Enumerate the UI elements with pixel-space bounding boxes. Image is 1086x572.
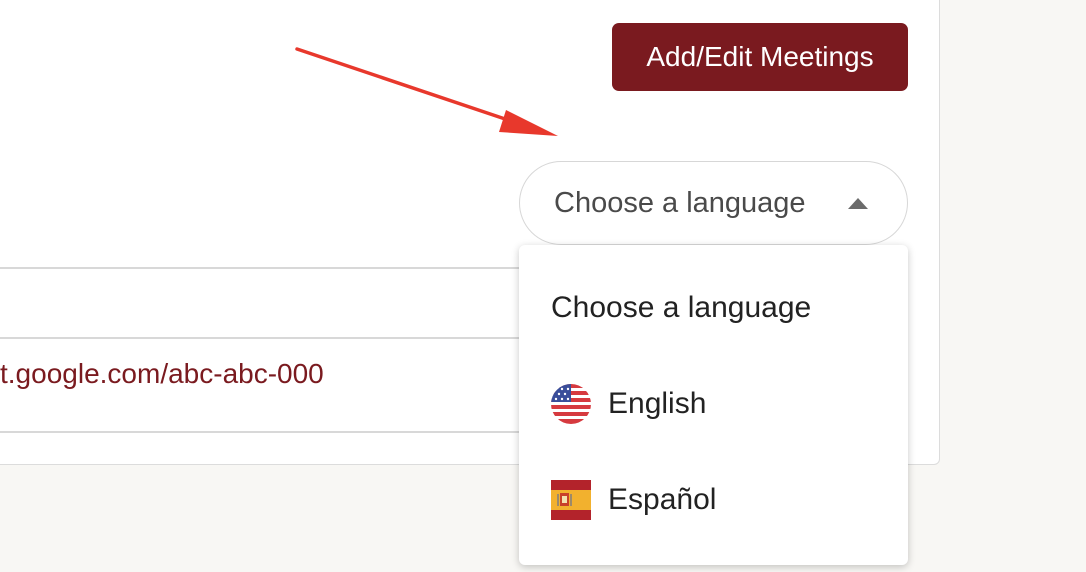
language-option-placeholder[interactable]: Choose a language: [551, 283, 811, 333]
us-flag-icon: [551, 384, 591, 424]
row-divider: [0, 431, 519, 433]
option-label: Español: [608, 483, 717, 516]
option-label: Choose a language: [551, 291, 812, 324]
language-dropdown-menu: Choose a language English Español: [519, 245, 908, 565]
spain-flag-icon: [551, 480, 591, 520]
option-label: English: [608, 387, 707, 420]
language-select[interactable]: Choose a language: [519, 161, 908, 245]
row-divider: [0, 267, 519, 269]
row-divider: [0, 337, 519, 339]
add-edit-meetings-button[interactable]: Add/Edit Meetings: [612, 23, 908, 91]
language-option-english[interactable]: English: [551, 379, 706, 429]
language-option-espanol[interactable]: Español: [551, 475, 716, 525]
meeting-link[interactable]: t.google.com/abc-abc-000: [0, 358, 324, 390]
language-select-value: Choose a language: [554, 186, 806, 219]
caret-up-icon[interactable]: [848, 198, 868, 209]
